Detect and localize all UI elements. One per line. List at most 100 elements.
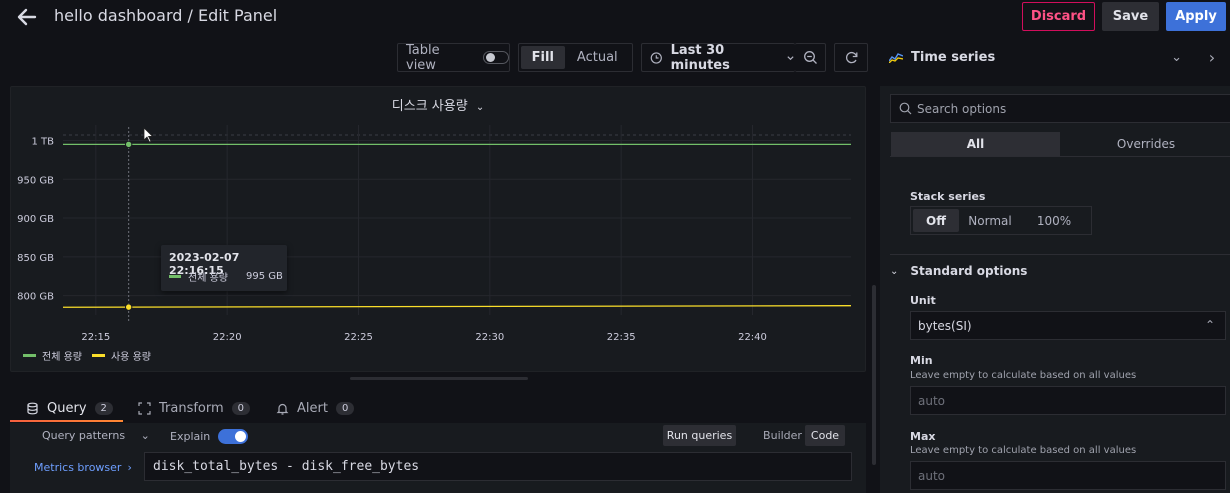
table-view-toggle[interactable]: Table view <box>397 42 510 73</box>
run-queries-button[interactable]: Run queries <box>663 425 736 446</box>
database-icon <box>27 402 38 414</box>
unit-select[interactable]: bytes(SI) ⌃ <box>910 311 1226 340</box>
y-tick-label: 950 GB <box>17 175 54 186</box>
tooltip-row: 전체 용량 995 GB <box>169 269 283 284</box>
tab-alert-label: Alert <box>297 400 328 416</box>
chevron-right-icon: › <box>127 460 132 474</box>
chart-legend: 전체 용량 사용 용량 <box>23 348 161 363</box>
chevron-down-icon: ⌄ <box>890 265 899 277</box>
y-tick-label: 850 GB <box>17 253 54 264</box>
x-tick-label: 22:40 <box>738 332 767 343</box>
stack-100-option[interactable]: 100% <box>1021 209 1087 232</box>
min-label: Min <box>910 354 933 367</box>
y-tick-label: 1 TB <box>31 137 54 148</box>
chart-tooltip: 2023-02-07 22:16:15 전체 용량 995 GB <box>161 245 287 291</box>
chevron-down-icon: ⌄ <box>1171 50 1182 65</box>
tab-query-label: Query <box>47 400 87 416</box>
hover-point <box>124 140 133 149</box>
mouse-cursor-icon <box>143 127 154 143</box>
explain-toggle: Explain <box>170 429 249 444</box>
x-tick-label: 22:25 <box>344 332 373 343</box>
options-pane: Search options All Overrides Stack serie… <box>880 86 1230 493</box>
collapse-options-button[interactable]: › <box>1198 43 1226 72</box>
tab-alert[interactable]: Alert 0 <box>276 397 355 419</box>
legend-swatch <box>91 354 105 357</box>
legend-item-total[interactable]: 전체 용량 <box>23 348 82 363</box>
top-bar: hello dashboard / Edit Panel Discard Sav… <box>0 0 1230 34</box>
min-description: Leave empty to calculate based on all va… <box>910 370 1137 381</box>
bell-icon <box>276 403 289 415</box>
standard-options-header[interactable]: ⌄ Standard options <box>890 264 1027 278</box>
x-tick-label: 22:35 <box>607 332 636 343</box>
builder-code-toggle: Builder Code <box>760 425 850 446</box>
time-range-label: Last 30 minutes <box>670 42 730 73</box>
search-placeholder: Search options <box>917 101 1007 116</box>
clock-icon <box>650 51 662 64</box>
panel-title[interactable]: 디스크 사용량 ⌄ <box>11 95 865 114</box>
min-input[interactable] <box>910 386 1226 415</box>
divider <box>890 156 1230 157</box>
query-patterns-label: Query patterns <box>42 429 126 442</box>
time-series-icon <box>889 52 903 63</box>
table-view-switch[interactable] <box>483 51 509 64</box>
unit-label: Unit <box>910 294 936 307</box>
query-expression-input[interactable]: disk_total_bytes - disk_free_bytes <box>144 452 852 481</box>
standard-options-label: Standard options <box>910 264 1028 278</box>
tab-query[interactable]: Query 2 <box>26 397 113 419</box>
scrollbar[interactable] <box>872 285 876 465</box>
search-options-input[interactable]: Search options <box>890 94 1230 123</box>
metrics-browser-label: Metrics browser <box>34 460 122 474</box>
max-label: Max <box>910 430 936 443</box>
x-tick-label: 22:15 <box>81 332 110 343</box>
series-line-used <box>62 305 852 308</box>
code-option[interactable]: Code <box>805 425 845 446</box>
query-patterns-dropdown[interactable]: Query patterns ⌄ <box>42 429 150 442</box>
stack-series-label: Stack series <box>910 190 986 203</box>
tab-alert-count: 0 <box>335 401 355 415</box>
unit-value: bytes(SI) <box>918 318 972 333</box>
chevron-right-icon: › <box>1208 48 1216 67</box>
tab-transform-count: 0 <box>231 401 251 415</box>
arrow-left-icon[interactable] <box>16 6 38 28</box>
chevron-down-icon: ⌄ <box>475 102 485 113</box>
discard-button[interactable]: Discard <box>1022 2 1095 31</box>
explain-label: Explain <box>170 430 211 443</box>
table-view-label: Table view <box>406 42 440 73</box>
fill-option[interactable]: Fill <box>521 46 565 69</box>
divider <box>890 254 1230 255</box>
chevron-up-icon: ⌃ <box>1204 318 1215 332</box>
refresh-icon <box>845 51 857 64</box>
refresh-button[interactable] <box>834 43 868 72</box>
max-input[interactable] <box>910 461 1226 490</box>
time-range-picker[interactable]: Last 30 minutes <box>641 42 795 73</box>
tooltip-value: 995 GB <box>245 271 283 282</box>
stack-normal-option[interactable]: Normal <box>959 209 1021 232</box>
y-tick-label: 900 GB <box>17 214 54 225</box>
metrics-browser-button[interactable]: Metrics browser › <box>34 455 144 479</box>
legend-swatch <box>23 354 36 357</box>
actual-option[interactable]: Actual <box>565 46 630 69</box>
tab-all[interactable]: All <box>891 132 1060 156</box>
builder-option[interactable]: Builder <box>760 425 805 446</box>
tab-transform[interactable]: Transform 0 <box>138 397 251 419</box>
tab-overrides[interactable]: Overrides <box>1062 132 1230 156</box>
apply-button[interactable]: Apply <box>1166 2 1226 31</box>
zoom-out-button[interactable] <box>795 43 826 72</box>
time-series-chart[interactable]: 1 TB 950 GB 900 GB 850 GB 800 GB 22:15 22:20 22… <box>11 87 867 373</box>
max-description: Leave empty to calculate based on all va… <box>910 445 1137 456</box>
stack-off-option[interactable]: Off <box>913 209 959 232</box>
query-editor: Query patterns ⌄ Explain Run queries Bui… <box>10 423 866 493</box>
pane-resize-handle[interactable] <box>350 377 528 380</box>
legend-item-used[interactable]: 사용 용량 <box>91 348 151 363</box>
explain-switch[interactable] <box>218 429 249 444</box>
legend-label: 전체 용량 <box>42 352 82 363</box>
visualization-picker[interactable]: Time series ⌄ <box>880 43 1198 72</box>
chevron-down-icon: ⌄ <box>140 429 150 442</box>
active-tab-indicator <box>10 420 123 422</box>
panel-editor: hello dashboard / Edit Panel Discard Sav… <box>0 0 1230 493</box>
page-title: hello dashboard / Edit Panel <box>54 6 278 25</box>
tab-query-count: 2 <box>94 401 113 415</box>
hover-point <box>124 303 133 311</box>
tooltip-swatch <box>169 275 181 278</box>
save-button[interactable]: Save <box>1102 2 1159 31</box>
